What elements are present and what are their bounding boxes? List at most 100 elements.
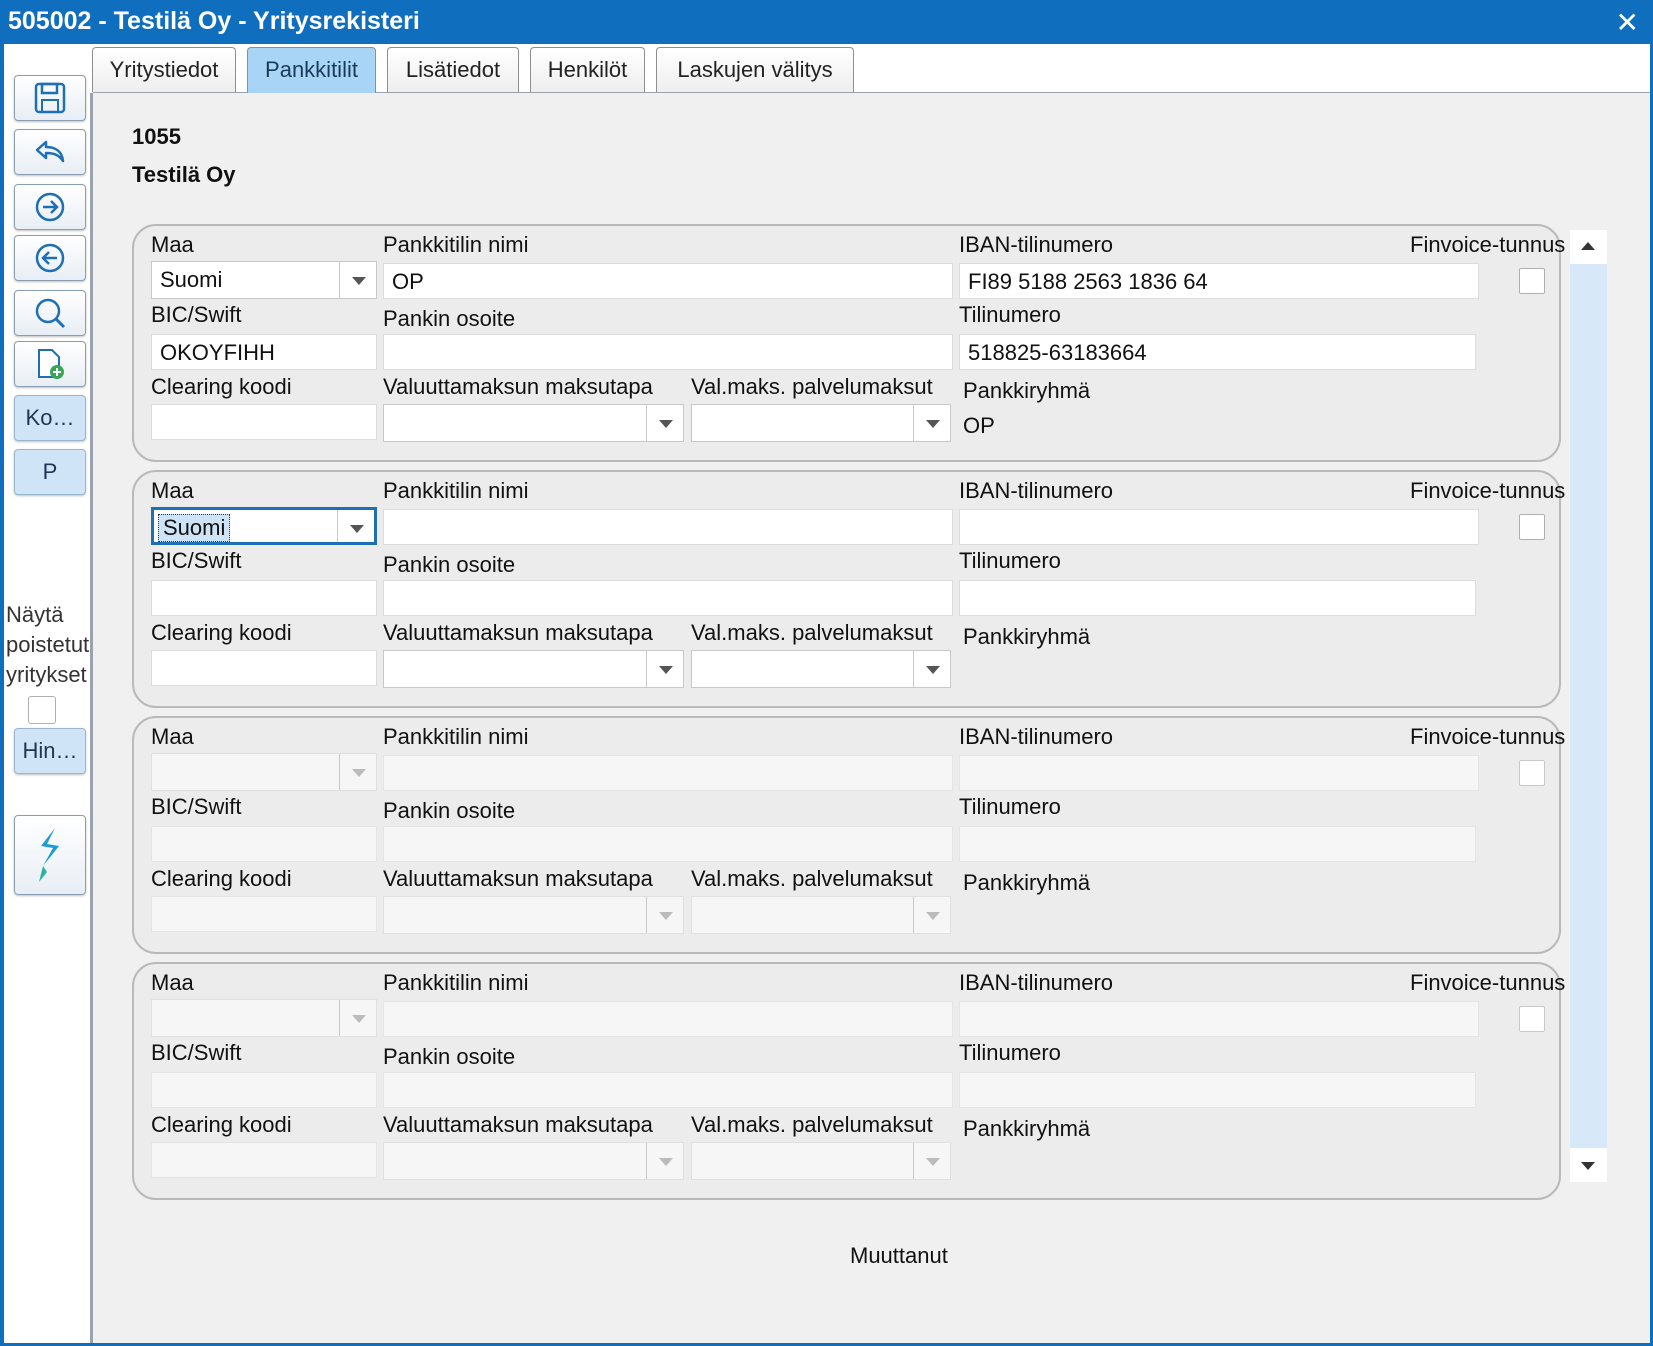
bank-address-field[interactable] [383, 1072, 953, 1108]
chevron-down-icon[interactable] [337, 510, 374, 542]
chevron-down-icon[interactable] [339, 1000, 376, 1036]
fx-payment-method-label: Valuuttamaksun maksutapa [383, 1112, 653, 1137]
fx-payment-method-select[interactable] [383, 1142, 684, 1180]
finvoice-label: Finvoice-tunnus [1410, 724, 1566, 749]
chevron-down-icon[interactable] [913, 1143, 950, 1179]
clearing-field[interactable] [151, 896, 377, 932]
chevron-down-icon[interactable] [646, 405, 683, 441]
search-button[interactable] [14, 290, 86, 336]
new-document-button[interactable] [14, 341, 86, 387]
bic-field[interactable] [151, 1072, 377, 1108]
bank-group-label: Pankkiryhmä [963, 1116, 1091, 1141]
close-icon[interactable]: ✕ [1616, 6, 1639, 39]
scroll-down-icon[interactable] [1570, 1148, 1607, 1182]
show-deleted-checkbox[interactable] [28, 696, 56, 724]
iban-field[interactable] [959, 1001, 1479, 1037]
fx-service-fees-label: Val.maks. palvelumaksut [691, 1112, 933, 1137]
finvoice-checkbox[interactable] [1519, 268, 1545, 294]
bic-field[interactable] [151, 826, 377, 862]
finvoice-checkbox[interactable] [1519, 760, 1545, 786]
chevron-down-icon[interactable] [913, 405, 950, 441]
undo-button[interactable] [14, 129, 86, 175]
ko-button-label: Ko… [25, 405, 75, 430]
fx-service-fees-select[interactable] [691, 896, 951, 934]
fx-payment-method-select[interactable] [383, 650, 684, 688]
previous-icon [35, 243, 65, 273]
show-deleted-label: Näytä poistetut yritykset [6, 602, 90, 687]
iban-label: IBAN-tilinumero [959, 232, 1114, 257]
clearing-field[interactable] [151, 404, 377, 440]
account-name-field[interactable] [383, 509, 953, 545]
ko-button[interactable]: Ko… [14, 395, 86, 441]
window-title: 505002 - Testilä Oy - Yritysrekisteri [8, 7, 420, 35]
country-select[interactable] [151, 753, 377, 791]
clearing-field[interactable] [151, 1142, 377, 1178]
undo-icon [35, 140, 65, 163]
tab-laskujen-valitys[interactable]: Laskujen välitys [656, 47, 854, 92]
finvoice-label: Finvoice-tunnus [1410, 232, 1566, 257]
fx-service-fees-select[interactable] [691, 1142, 951, 1180]
chevron-down-icon[interactable] [646, 651, 683, 687]
chevron-down-icon[interactable] [646, 1143, 683, 1179]
bank-address-field[interactable] [383, 580, 953, 616]
finvoice-checkbox[interactable] [1519, 1006, 1545, 1032]
chevron-down-icon[interactable] [913, 897, 950, 933]
account-name-label: Pankkitilin nimi [383, 232, 529, 257]
app-logo-button[interactable] [14, 815, 86, 895]
bic-field[interactable]: OKOYFIHH [151, 334, 377, 370]
bank-group-label: Pankkiryhmä [963, 624, 1091, 649]
chevron-down-icon[interactable] [913, 651, 950, 687]
bank-address-label: Pankin osoite [383, 306, 516, 331]
bank-address-field[interactable] [383, 334, 953, 370]
bank-address-field[interactable] [383, 826, 953, 862]
p-button[interactable]: P [14, 449, 86, 495]
fx-payment-method-label: Valuuttamaksun maksutapa [383, 866, 653, 891]
fx-service-fees-select[interactable] [691, 404, 951, 442]
bic-field[interactable] [151, 580, 377, 616]
country-select[interactable] [151, 999, 377, 1037]
iban-field[interactable] [959, 509, 1479, 545]
finvoice-label: Finvoice-tunnus [1410, 970, 1566, 995]
clearing-label: Clearing koodi [151, 620, 292, 645]
chevron-down-icon[interactable] [646, 897, 683, 933]
next-button[interactable] [14, 184, 86, 230]
hin-button[interactable]: Hin… [14, 728, 86, 774]
country-value: Suomi [158, 514, 231, 542]
account-name-label: Pankkitilin nimi [383, 970, 529, 995]
country-label: Maa [151, 478, 194, 503]
account-number-field[interactable] [959, 826, 1476, 862]
tab-lisatiedot[interactable]: Lisätiedot [387, 47, 519, 92]
account-number-field[interactable] [959, 1072, 1476, 1108]
previous-button[interactable] [14, 235, 86, 281]
bank-group-label: Pankkiryhmä [963, 378, 1091, 403]
fx-payment-method-select[interactable] [383, 404, 684, 442]
save-button[interactable] [14, 75, 86, 121]
bank-address-label: Pankin osoite [383, 552, 516, 577]
scroll-up-icon[interactable] [1570, 230, 1607, 264]
bank-group-value: OP [963, 413, 995, 438]
chevron-down-icon[interactable] [339, 754, 376, 790]
fx-payment-method-select[interactable] [383, 896, 684, 934]
vertical-scrollbar[interactable] [1570, 230, 1607, 1182]
account-name-field[interactable]: OP [383, 263, 953, 299]
clearing-field[interactable] [151, 650, 377, 686]
account-number-field[interactable] [959, 580, 1476, 616]
fx-payment-method-label: Valuuttamaksun maksutapa [383, 620, 653, 645]
tab-henkilot[interactable]: Henkilöt [530, 47, 645, 92]
window-titlebar: 505002 - Testilä Oy - Yritysrekisteri ✕ [0, 0, 1653, 44]
account-number-field[interactable]: 518825-63183664 [959, 334, 1476, 370]
bank-group-label: Pankkiryhmä [963, 870, 1091, 895]
account-name-field[interactable] [383, 755, 953, 791]
tab-yritystiedot[interactable]: Yritystiedot [92, 47, 236, 92]
country-select[interactable]: Suomi [151, 507, 377, 545]
account-name-field[interactable] [383, 1001, 953, 1037]
country-label: Maa [151, 970, 194, 995]
iban-field[interactable]: FI89 5188 2563 1836 64 [959, 263, 1479, 299]
country-select[interactable]: Suomi [151, 261, 377, 299]
company-name: Testilä Oy [132, 162, 236, 187]
tab-pankkitilit[interactable]: Pankkitilit [247, 47, 376, 95]
fx-service-fees-select[interactable] [691, 650, 951, 688]
chevron-down-icon[interactable] [339, 262, 376, 298]
iban-field[interactable] [959, 755, 1479, 791]
finvoice-checkbox[interactable] [1519, 514, 1545, 540]
